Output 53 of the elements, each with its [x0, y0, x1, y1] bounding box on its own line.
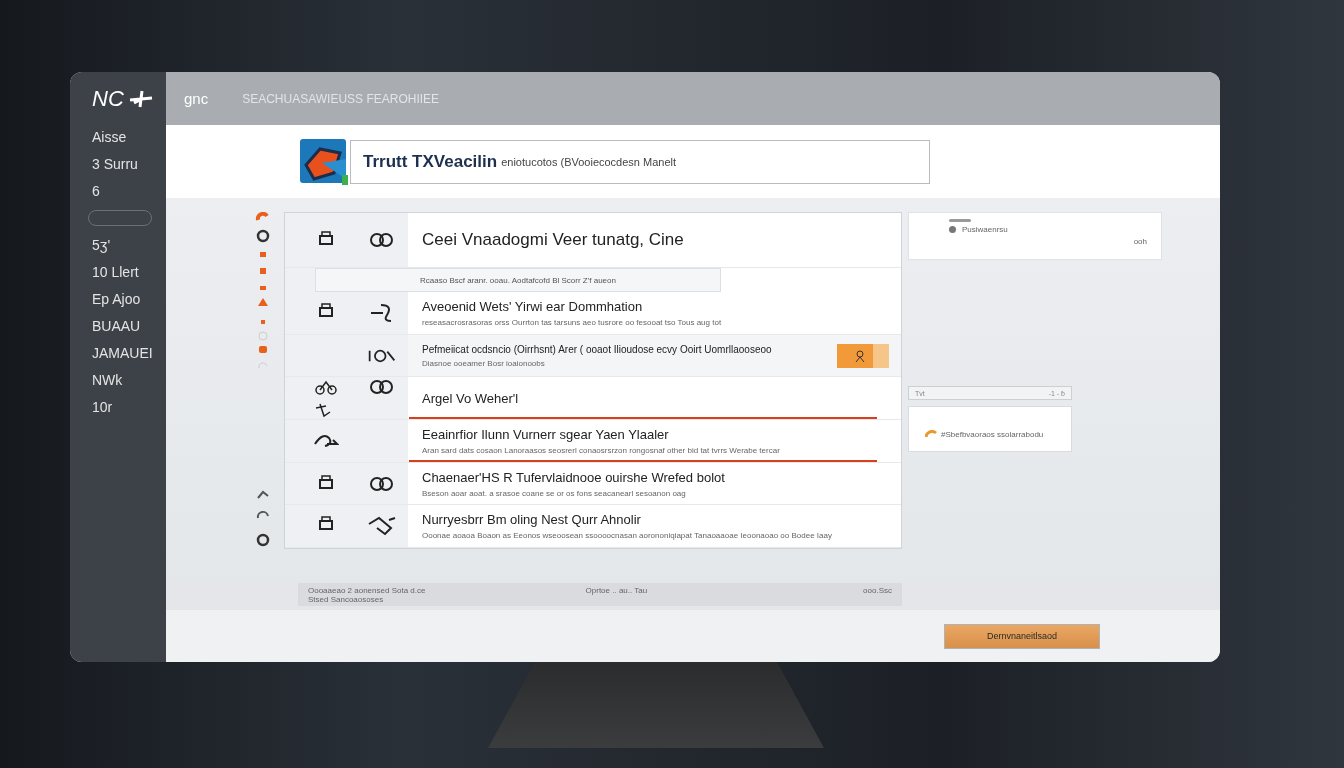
sidebar-item[interactable]: JAMAUEI: [92, 345, 166, 361]
search-field[interactable]: Trrutt TXVeacilin eniotucotos (BVooiecocdesn Manelt: [350, 139, 930, 184]
sidebar-item[interactable]: 6: [92, 183, 166, 199]
top-bar-subtitle: SEACHUASAWIEUSS FEAROHIIEE: [242, 91, 440, 106]
logo-icon: [300, 138, 348, 185]
list-row[interactable]: Aveoenid Wets' Yirwi ear Dommhation reseasacrosrasoras orss Ourrton tas tarsuns aeo tusrore oo fesooat tso Tous aug tot: [285, 292, 901, 335]
row-title: Pefmeiicat ocdsncio (Oirrhsnt) Arer ( ooaot Ilioudose ecvy Ooirt Uomrllaooseoo: [422, 343, 773, 355]
result-text: #Sbefbvaoraos ssolarrabodu: [941, 429, 1044, 439]
logo-text: NC: [92, 86, 124, 112]
sidebar-item[interactable]: 10 Llert: [92, 264, 166, 280]
sidebar-item[interactable]: 3 Surru: [92, 156, 166, 172]
plane-icon: [127, 89, 154, 109]
row-title: Chaenaer'HS R Tufervlaidnooe ouirshe Wrefed bolot: [422, 469, 726, 485]
sidebar-item[interactable]: Ep Ajoo: [92, 291, 166, 307]
highlighted-list-row[interactable]: Pefmeiicat ocdsncio (Oirrhsnt) Arer ( ooaot Ilioudose ecvy Ooirt Uomrllaooseoo Diasnoe ooeamer Bosr ioaionoobs: [285, 334, 901, 378]
app-label: ɡnc: [184, 90, 209, 107]
download-button[interactable]: Dernvnaneitlsaod: [944, 623, 1100, 649]
row-title: Argel Vo Weher'l: [422, 390, 520, 406]
brand-name: Trrutt TXVeacilin: [363, 151, 498, 172]
table-cell-text: Oooaaeao 2 aonensed Sota d.ce: [308, 586, 427, 595]
banner-text: Rcaaso Bscf aranr. ooau. Aodtafcofd Bl Scorr Z'f aueon: [420, 275, 616, 285]
printer-icon: [318, 516, 334, 533]
person-icon: [855, 349, 865, 362]
card-label: Pusiwaenrsu: [962, 225, 1008, 234]
arc-icon: [925, 430, 937, 438]
table-cell-text: Stsed Sancoaososes: [308, 595, 385, 604]
row-detail: Diasnoe ooeamer Bosr ioaionoobs: [422, 358, 546, 368]
table-cell: ooo.Ssc: [863, 586, 892, 595]
list-row[interactable]: Argel Vo Weher'l: [285, 377, 901, 421]
status-dot-icon: [949, 226, 956, 233]
sidebar-item[interactable]: 5ʒ': [92, 237, 166, 253]
printer-icon: [318, 474, 334, 491]
printer-icon: [318, 302, 334, 319]
sidebar-item[interactable]: NWk: [92, 372, 166, 388]
row-detail: Aran sard dats cosaon Lanoraasos seosrerl conaosrsrzon rongosnaf other bid tat tvrrs Werabe tercar: [422, 445, 781, 455]
row-action-button[interactable]: [837, 343, 889, 368]
sidebar-item[interactable]: 10r: [92, 399, 166, 415]
sidebar-item[interactable]: BUAAU: [92, 318, 166, 334]
row-title: Eeainrfior Ilunn Vurnerr sgear Yaen Ylaaler: [422, 426, 670, 442]
list-row[interactable]: Chaenaer'HS R Tufervlaidnooe ouirshe Wrefed bolot Bseson aoar aoat. a srasoe coane se or os fons seacanearl sesoanon oag: [285, 462, 901, 506]
list-row[interactable]: Eeainrfior Ilunn Vurnerr sgear Yaen Ylaaler Aran sard dats cosaon Lanoraasos seosrerl conaosrsrzon rongosnaf other bid tat tvrrs Werabe tercar: [285, 420, 901, 463]
placeholder-line: [949, 219, 971, 222]
printer-icon: [318, 231, 334, 248]
card-meta: ooh: [1133, 237, 1147, 246]
row-detail: Bseson aoar aoat. a srasoe coane se or os fons seacanearl sesoanon oag: [422, 488, 687, 498]
row-detail: reseasacrosrasoras orss Ourrton tas tarsuns aeo tusrore oo fesooat tso Tous aug tot: [422, 317, 723, 327]
list-row[interactable]: Nurryesbrr Bm oling Nest Qurr Ahnolir Ooonae aoaoa Boaon as Eeonos wseoosean ssoooocnasan aorononiqiapat Tanaoaaoae Ieoonaoao oo Bodee Iaay: [285, 505, 901, 548]
row-detail: Ooonae aoaoa Boaon as Eeonos wseoosean ssoooocnasan aorononiqiapat Tanaoaaoae Ieoonaoao oo Bodee Iaay: [422, 531, 833, 541]
list-heading: Ceei Vnaadogmi Veer tunatg, Cine: [422, 230, 685, 251]
row-title: Aveoenid Wets' Yirwi ear Dommhation: [422, 298, 644, 314]
sidebar-item[interactable]: Aisse: [92, 129, 166, 145]
row-title: Nurryesbrr Bm oling Nest Qurr Ahnolir: [422, 512, 642, 528]
table-cell-text: Oprtoe .. au.. Tau: [585, 586, 649, 595]
